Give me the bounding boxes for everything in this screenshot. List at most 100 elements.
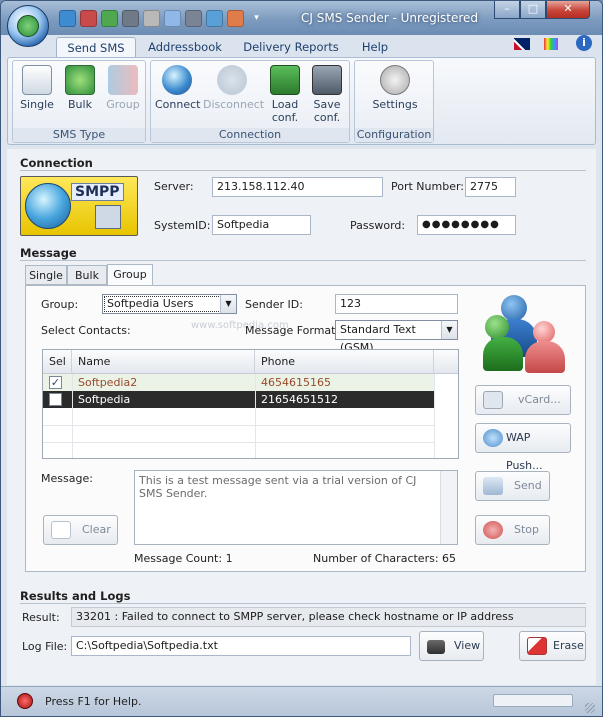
select-contacts-label: Select Contacts: [41, 324, 131, 337]
load-disk-icon [270, 65, 300, 95]
configuration-group: Settings Configuration [354, 60, 434, 143]
info-icon[interactable]: i [576, 35, 592, 51]
edit-icon[interactable] [164, 10, 181, 27]
server-icon [95, 205, 121, 229]
contact-name: Softpedia2 [78, 376, 138, 389]
status-text: Press F1 for Help. [45, 695, 142, 708]
message-format-select[interactable]: Standard Text (GSM) ▼ [335, 320, 458, 354]
chart-icon[interactable] [206, 10, 223, 27]
maximize-button[interactable]: □ [520, 1, 546, 19]
send-button[interactable]: Send [475, 471, 550, 501]
load-config-button[interactable]: Load conf. [263, 65, 307, 124]
tab-single[interactable]: Single [25, 265, 67, 285]
connection-heading: Connection [20, 156, 93, 170]
disconnect-globe-icon [217, 65, 247, 95]
send-upload-icon [483, 477, 503, 495]
sender-id-input[interactable]: 123 [335, 294, 458, 314]
save-icon[interactable] [122, 10, 139, 27]
tab-delivery-reports[interactable]: Delivery Reports [241, 37, 341, 57]
stop-icon [483, 521, 503, 539]
clear-button[interactable]: Clear [43, 515, 118, 545]
connection-group-label: Connection [151, 128, 349, 142]
contact-phone: 4654615165 [261, 376, 331, 389]
connection-status-icon [17, 693, 33, 709]
bulk-sms-icon [65, 65, 95, 95]
configuration-group-label: Configuration [355, 128, 433, 142]
connection-divider [20, 170, 586, 171]
disconnect-button[interactable]: Disconnect [203, 65, 264, 111]
message-textarea[interactable]: This is a test message sent via a trial … [134, 470, 458, 545]
message-icon[interactable] [185, 10, 202, 27]
server-input[interactable]: 213.158.112.40 [212, 177, 383, 197]
sms-type-group: Single Bulk Group SMS Type [12, 60, 146, 143]
title-bar: ▾ CJ SMS Sender - Unregistered – □ ✕ [1, 1, 602, 35]
table-row[interactable]: ✓ Softpedia2 4654615165 [43, 374, 434, 391]
password-label: Password: [350, 219, 406, 232]
wap-push-button[interactable]: WAP Push... [475, 423, 571, 472]
chevron-down-icon: ▼ [220, 295, 236, 313]
port-label: Port Number: [391, 180, 465, 193]
result-field: 33201 : Failed to connect to SMPP server… [71, 607, 586, 627]
single-button[interactable]: Single [15, 65, 59, 111]
smpp-logo: SMPP [20, 176, 138, 236]
grid-line [43, 425, 434, 426]
app-window: ▾ CJ SMS Sender - Unregistered – □ ✕ Sen… [0, 0, 603, 717]
contacts-table: Sel Name Phone ✓ Softpedia2 4654615165 S… [42, 349, 459, 459]
settings-button[interactable]: Settings [367, 65, 423, 111]
minimize-button[interactable]: – [494, 1, 520, 19]
message-count: Message Count: 1 [134, 552, 233, 565]
stop-button[interactable]: Stop [475, 515, 550, 545]
row-checkbox[interactable] [49, 393, 62, 406]
contact-name: Softpedia [78, 393, 131, 406]
resize-grip-icon[interactable] [585, 703, 595, 713]
contact-phone: 21654651512 [261, 393, 338, 406]
settings-icon[interactable] [143, 10, 160, 27]
table-header: Sel Name Phone [43, 350, 458, 374]
view-button[interactable]: View [419, 631, 484, 661]
row-checkbox[interactable]: ✓ [49, 376, 62, 389]
bulk-button[interactable]: Bulk [58, 65, 102, 111]
column-name[interactable]: Name [72, 350, 255, 374]
tab-addressbook[interactable]: Addressbook [143, 37, 227, 57]
save-disk-icon [312, 65, 342, 95]
table-row[interactable]: Softpedia 21654651512 [43, 391, 434, 408]
port-input[interactable]: 2775 [465, 177, 516, 197]
connect-button[interactable]: Connect [155, 65, 200, 111]
results-heading: Results and Logs [20, 589, 131, 603]
language-flag-icon[interactable] [514, 38, 530, 50]
close-button[interactable]: ✕ [546, 1, 590, 19]
column-phone[interactable]: Phone [255, 350, 434, 374]
message-divider [20, 260, 586, 261]
disconnect-icon[interactable] [80, 10, 97, 27]
wap-globe-icon [483, 429, 503, 447]
systemid-input[interactable]: Softpedia [212, 215, 311, 235]
grid-line [72, 374, 73, 458]
color-scheme-icon[interactable] [544, 38, 558, 50]
message-scrollbar[interactable] [440, 471, 457, 544]
group-button[interactable]: Group [101, 65, 145, 111]
group-label: Group: [41, 298, 79, 311]
chevron-down-icon: ▼ [441, 321, 457, 339]
app-orb-button[interactable] [7, 5, 49, 47]
group-select[interactable]: Softpedia Users ▼ [102, 294, 237, 314]
erase-button[interactable]: Erase [519, 631, 586, 661]
globe-icon[interactable] [59, 10, 76, 27]
save-config-button[interactable]: Save conf. [305, 65, 349, 124]
column-sel[interactable]: Sel [43, 350, 72, 374]
load-icon[interactable] [101, 10, 118, 27]
tab-bulk[interactable]: Bulk [67, 265, 107, 285]
password-input[interactable]: ●●●●●●●● [417, 215, 516, 235]
log-file-input[interactable]: C:\Softpedia\Softpedia.txt [71, 636, 411, 656]
tab-help[interactable]: Help [353, 37, 397, 57]
sender-id-label: Sender ID: [245, 298, 303, 311]
qat-dropdown-icon[interactable]: ▾ [248, 10, 265, 27]
grid-line [255, 374, 256, 458]
message-label: Message: [41, 472, 93, 485]
contacts-group-icon [483, 293, 573, 373]
tab-send-sms[interactable]: Send SMS [56, 37, 136, 57]
smpp-logo-text: SMPP [71, 183, 124, 201]
people-icon[interactable] [227, 10, 244, 27]
character-count: Number of Characters: 65 [313, 552, 457, 565]
vcard-button[interactable]: vCard... [475, 385, 571, 415]
tab-group[interactable]: Group [107, 264, 153, 285]
